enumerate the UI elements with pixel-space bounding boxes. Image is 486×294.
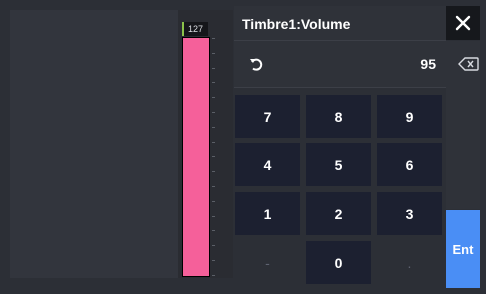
key-8[interactable]: 8 [306, 95, 371, 138]
left-pane [10, 10, 178, 278]
dialog-header: Timbre1:Volume [234, 6, 446, 41]
meter-tick [212, 200, 215, 202]
meter-tick [212, 215, 215, 217]
close-icon [455, 15, 471, 31]
key-decimal[interactable]: . [377, 241, 442, 284]
meter-tick [212, 260, 215, 261]
dialog-title: Timbre1:Volume [242, 16, 351, 32]
meter-tick [212, 112, 215, 113]
meter-ticks [212, 38, 215, 276]
key-4[interactable]: 4 [235, 143, 300, 186]
close-button[interactable] [446, 6, 480, 40]
meter-tick [212, 97, 215, 99]
enter-button[interactable]: Ent [446, 210, 480, 288]
meter-tick [212, 171, 215, 173]
volume-meter-fill [183, 38, 209, 276]
key-5[interactable]: 5 [306, 143, 371, 186]
key-9[interactable]: 9 [377, 95, 442, 138]
meter-tick [212, 141, 215, 143]
meter-tick [212, 230, 215, 232]
meter-tick [212, 186, 215, 187]
key-minus[interactable]: - [235, 241, 300, 284]
key-3[interactable]: 3 [377, 192, 442, 235]
meter-tick [212, 52, 215, 54]
meter-tick [212, 274, 215, 276]
key-6[interactable]: 6 [377, 143, 442, 186]
meter-tick [212, 38, 215, 39]
meter-value-label: 127 [182, 22, 208, 36]
key-2[interactable]: 2 [306, 192, 371, 235]
key-7[interactable]: 7 [235, 95, 300, 138]
meter-tick [212, 82, 215, 84]
meter-tick [212, 156, 215, 158]
key-1[interactable]: 1 [235, 192, 300, 235]
meter-tick [212, 126, 215, 128]
meter-tick [212, 67, 215, 69]
reset-icon[interactable] [248, 56, 264, 72]
current-value: 95 [420, 56, 436, 72]
backspace-icon[interactable] [458, 56, 480, 72]
meter-tick [212, 245, 215, 247]
value-display: 95 [234, 41, 446, 88]
volume-meter[interactable] [182, 37, 210, 277]
key-0[interactable]: 0 [306, 241, 371, 284]
